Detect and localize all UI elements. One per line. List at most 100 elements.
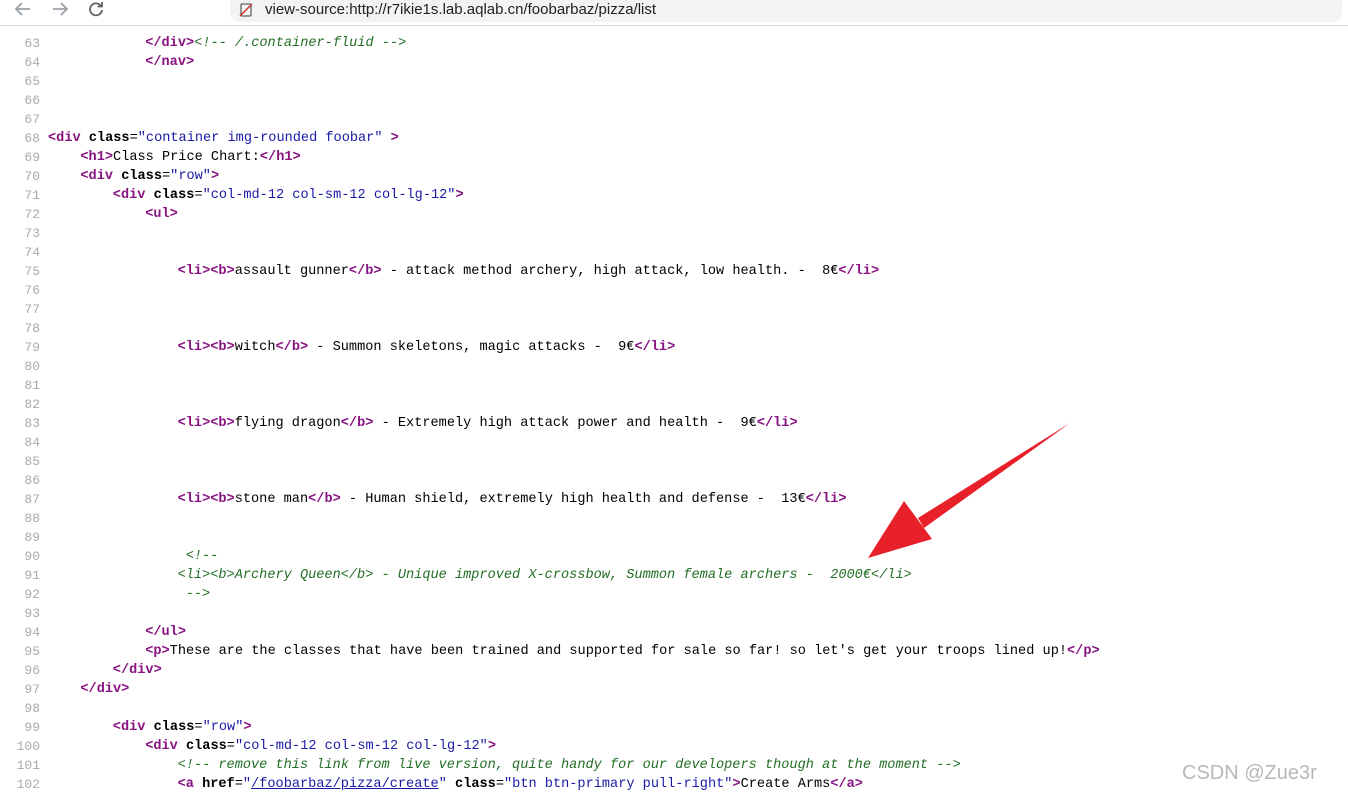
source-line: 87 <li><b>stone man</b> - Human shield, e… bbox=[0, 490, 1348, 509]
html-tag: <li><b> bbox=[177, 492, 235, 507]
html-tag: </p> bbox=[1067, 644, 1100, 659]
source-line: 69 <h1>Class Price Chart:</h1> bbox=[0, 148, 1348, 167]
attribute-name: class bbox=[153, 720, 195, 735]
line-number: 65 bbox=[24, 74, 40, 89]
source-line: 78 bbox=[0, 319, 1348, 338]
html-tag: </div> bbox=[80, 682, 130, 697]
source-line: 95 <p>These are the classes that have bee… bbox=[0, 642, 1348, 661]
line-code: <li><b>assault gunner</b> - attack metho… bbox=[178, 262, 880, 281]
line-number: 86 bbox=[24, 473, 40, 488]
source-line: 76 bbox=[0, 281, 1348, 300]
html-tag: </li> bbox=[634, 340, 676, 355]
line-number: 68 bbox=[24, 131, 40, 146]
url-text[interactable]: view-source:http://r7ikie1s.lab.aqlab.cn… bbox=[265, 1, 656, 18]
source-line: 97 </div> bbox=[0, 680, 1348, 699]
line-number: 101 bbox=[16, 758, 40, 773]
text-content bbox=[383, 131, 391, 146]
browser-toolbar: view-source:http://r7ikie1s.lab.aqlab.cn… bbox=[0, 0, 1348, 26]
source-line: 96 </div> bbox=[0, 661, 1348, 680]
source-line: 98 bbox=[0, 699, 1348, 718]
text-content: Create Arms bbox=[740, 777, 831, 792]
source-line: 100 <div class="col-md-12 col-sm-12 col-l… bbox=[0, 737, 1348, 756]
line-code: <a href="/foobarbaz/pizza/create" class=… bbox=[178, 775, 863, 794]
source-link[interactable]: /foobarbaz/pizza/create bbox=[251, 777, 439, 792]
html-tag: <div bbox=[112, 720, 154, 735]
line-number: 89 bbox=[24, 530, 40, 545]
text-content: = bbox=[234, 777, 243, 792]
line-number: 77 bbox=[24, 302, 40, 317]
html-tag: > bbox=[455, 188, 464, 203]
html-tag: </div> bbox=[145, 36, 195, 51]
html-comment: <li><b>Archery Queen</b> - Unique improv… bbox=[177, 568, 912, 583]
line-number: 84 bbox=[24, 435, 40, 450]
text-content: - Human shield, extremely high health an… bbox=[340, 492, 806, 507]
attribute-value: "row" bbox=[202, 720, 244, 735]
line-code: </nav> bbox=[145, 53, 194, 72]
text-content: Class Price Chart: bbox=[113, 150, 260, 165]
html-tag: <a bbox=[177, 777, 203, 792]
html-tag: </ul> bbox=[145, 625, 186, 640]
annotation-arrow-icon bbox=[868, 423, 1070, 558]
html-tag: > bbox=[732, 777, 741, 792]
source-line: 83 <li><b>flying dragon</b> - Extremely h… bbox=[0, 414, 1348, 433]
line-number: 78 bbox=[24, 321, 40, 336]
reload-button[interactable] bbox=[83, 1, 109, 17]
html-tag: </b> bbox=[348, 264, 382, 279]
source-line: 91 <li><b>Archery Queen</b> - Unique impr… bbox=[0, 566, 1348, 585]
source-line: 99 <div class="row"> bbox=[0, 718, 1348, 737]
attribute-name: class bbox=[455, 777, 496, 792]
attribute-name: class bbox=[121, 169, 162, 184]
attribute-value: " bbox=[438, 777, 447, 792]
html-tag: > bbox=[487, 739, 497, 754]
watermark: CSDN @Zue3r bbox=[1182, 762, 1317, 784]
line-number: 82 bbox=[24, 397, 40, 412]
source-line: 67 bbox=[0, 110, 1348, 129]
line-code: <!-- remove this link from live version,… bbox=[178, 756, 961, 775]
html-tag: </li> bbox=[805, 492, 847, 507]
source-line: 64 </nav> bbox=[0, 53, 1348, 72]
line-code: <div class="container img-rounded foobar… bbox=[48, 129, 399, 148]
html-tag: <ul> bbox=[145, 207, 178, 222]
line-number: 96 bbox=[24, 663, 40, 678]
arrow-right-icon bbox=[53, 2, 69, 16]
line-number: 71 bbox=[24, 188, 40, 203]
source-line: 94 </ul> bbox=[0, 623, 1348, 642]
attribute-value: "container img-rounded foobar" bbox=[137, 131, 383, 146]
line-code: <div class="col-md-12 col-sm-12 col-lg-1… bbox=[113, 186, 464, 205]
text-content: = bbox=[161, 169, 171, 184]
source-line: 80 bbox=[0, 357, 1348, 376]
line-code: --> bbox=[186, 585, 210, 604]
text-content: assault gunner bbox=[234, 264, 349, 279]
line-number: 66 bbox=[24, 93, 40, 108]
line-number: 67 bbox=[24, 112, 40, 127]
source-line: 74 bbox=[0, 243, 1348, 262]
line-number: 73 bbox=[24, 226, 40, 241]
html-tag: <li><b> bbox=[177, 264, 235, 279]
address-bar[interactable]: view-source:http://r7ikie1s.lab.aqlab.cn… bbox=[230, 0, 1342, 22]
forward-button[interactable] bbox=[47, 1, 73, 17]
line-number: 102 bbox=[16, 777, 40, 792]
html-tag: <p> bbox=[145, 644, 170, 659]
html-tag: </li> bbox=[756, 416, 798, 431]
line-code: <li><b>flying dragon</b> - Extremely hig… bbox=[178, 414, 798, 433]
source-line: 71 <div class="col-md-12 col-sm-12 col-lg… bbox=[0, 186, 1348, 205]
html-tag: </a> bbox=[830, 777, 863, 792]
line-code: </div> bbox=[80, 680, 129, 699]
source-line: 63 </div><!-- /.container-fluid --> bbox=[0, 34, 1348, 53]
html-tag: </li> bbox=[838, 264, 880, 279]
source-line: 77 bbox=[0, 300, 1348, 319]
line-code: <p>These are the classes that have been … bbox=[145, 642, 1099, 661]
line-code: <div class="col-md-12 col-sm-12 col-lg-1… bbox=[145, 737, 496, 756]
back-button[interactable] bbox=[10, 1, 36, 17]
line-number: 75 bbox=[24, 264, 40, 279]
text-content: - Extremely high attack power and health… bbox=[373, 416, 757, 431]
attribute-value: "col-md-12 col-sm-12 col-lg-12" bbox=[202, 188, 456, 203]
line-code: <h1>Class Price Chart:</h1> bbox=[80, 148, 300, 167]
line-code: </div><!-- /.container-fluid --> bbox=[145, 34, 406, 53]
text-content: flying dragon bbox=[234, 416, 341, 431]
line-code: <li><b>Archery Queen</b> - Unique improv… bbox=[178, 566, 912, 585]
html-tag: </b> bbox=[308, 492, 341, 507]
text-content: - Summon skeletons, magic attacks - 9€ bbox=[308, 340, 635, 355]
line-number: 74 bbox=[24, 245, 40, 260]
line-number: 99 bbox=[24, 720, 40, 735]
